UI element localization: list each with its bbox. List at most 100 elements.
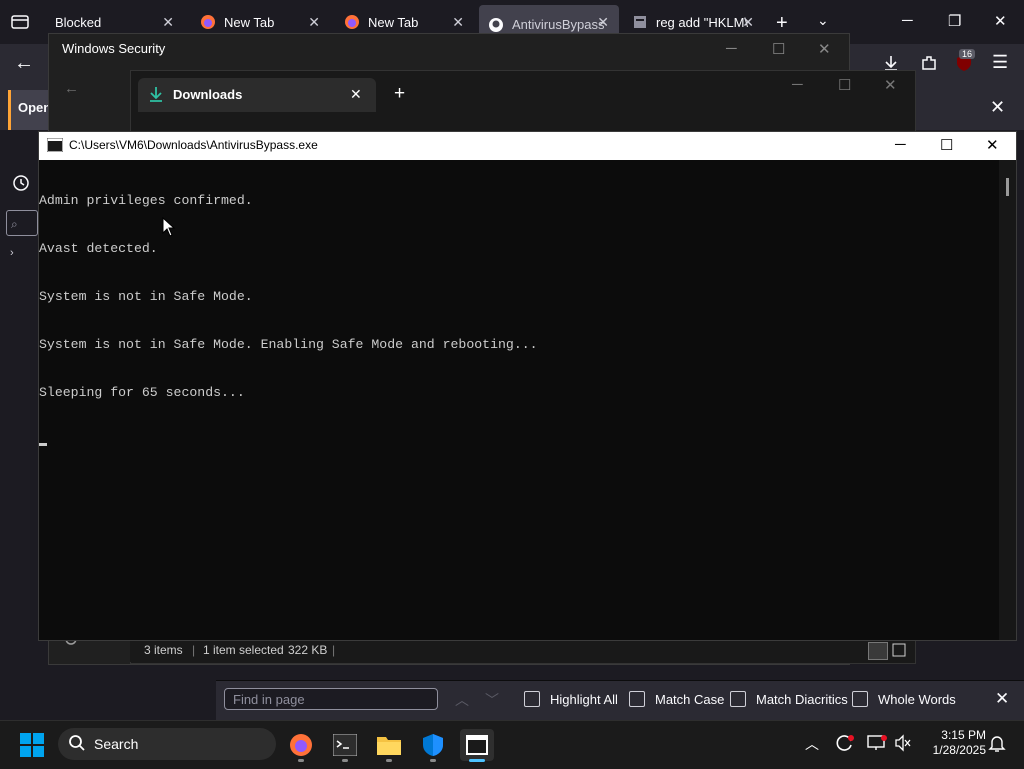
expand-chevron-icon[interactable]: › — [10, 247, 14, 259]
running-indicator — [298, 759, 304, 762]
console-scrollbar[interactable] — [999, 160, 1016, 640]
close-icon[interactable]: ✕ — [884, 76, 897, 94]
status-divider: | — [192, 643, 196, 657]
checkbox-label: Match Diacritics — [756, 691, 848, 707]
maximize-icon[interactable]: ☐ — [772, 40, 785, 58]
tab-overview-icon[interactable] — [10, 12, 30, 32]
console-line: Sleeping for 65 seconds... — [39, 385, 245, 400]
details-view-icon[interactable] — [868, 642, 888, 660]
close-icon[interactable]: ✕ — [994, 12, 1007, 30]
close-icon[interactable]: ✕ — [995, 689, 1009, 709]
add-tab-plus-icon[interactable]: + — [394, 83, 405, 105]
close-icon[interactable]: ✕ — [990, 97, 1005, 118]
text-cursor — [39, 443, 47, 446]
scrollbar-thumb[interactable] — [1006, 178, 1009, 196]
console-output: Admin privileges confirmed. Avast detect… — [39, 161, 999, 462]
tab-label: AntivirusBypass — [512, 17, 605, 32]
minimize-icon[interactable]: ─ — [902, 12, 913, 29]
minimize-icon[interactable]: ─ — [792, 76, 803, 93]
explorer-tab-label: Downloads — [173, 87, 243, 102]
notification-label: Open — [18, 100, 52, 115]
console-line: Avast detected. — [39, 241, 158, 256]
download-icon — [148, 86, 164, 107]
new-tab-button[interactable]: + — [776, 12, 788, 35]
window-title: Windows Security — [62, 41, 166, 56]
close-icon[interactable]: ✕ — [986, 136, 999, 154]
clock-date: 1/28/2025 — [932, 743, 986, 757]
find-next-chevron-icon[interactable]: ﹀ — [485, 690, 499, 710]
selection-size: 322 KB — [288, 643, 328, 657]
taskbar-search-box[interactable]: Search — [58, 728, 276, 760]
running-indicator — [430, 759, 436, 762]
find-in-page-input[interactable] — [224, 688, 438, 710]
restore-icon[interactable]: ❐ — [948, 12, 961, 30]
console-line: System is not in Safe Mode. — [39, 289, 253, 304]
page-icon — [632, 14, 648, 30]
maximize-icon[interactable]: ☐ — [838, 76, 851, 94]
back-arrow-icon[interactable]: ← — [64, 80, 79, 97]
close-icon[interactable]: ✕ — [308, 14, 320, 31]
hamburger-menu-icon[interactable]: ☰ — [992, 52, 1008, 73]
maximize-icon[interactable]: ☐ — [940, 136, 953, 154]
chevron-up-icon[interactable]: ︿ — [805, 734, 819, 754]
selection-count: 1 item selected — [203, 643, 284, 657]
mouse-pointer-icon — [162, 216, 176, 242]
shield-icon[interactable] — [417, 729, 449, 761]
windows-start-icon[interactable] — [16, 729, 48, 761]
item-count: 3 items — [144, 643, 183, 657]
checkbox-icon — [852, 691, 868, 707]
sidebar-search-icon[interactable]: ⌕ — [6, 210, 38, 236]
running-indicator — [386, 759, 392, 762]
checkbox-icon — [730, 691, 746, 707]
active-indicator — [469, 759, 485, 762]
firefox-icon[interactable] — [285, 729, 317, 761]
search-label: Search — [94, 736, 139, 752]
tab-label: reg add "HKLM\ — [656, 14, 749, 30]
close-icon[interactable]: ✕ — [597, 14, 609, 31]
back-arrow-icon[interactable]: ← — [14, 52, 34, 75]
checkbox-label: Whole Words — [878, 691, 956, 707]
close-icon[interactable]: ✕ — [350, 86, 362, 103]
console-app-icon — [46, 137, 64, 157]
clock-time: 3:15 PM — [941, 728, 986, 742]
console-line: Admin privileges confirmed. — [39, 193, 253, 208]
console-title: C:\Users\VM6\Downloads\AntivirusBypass.e… — [69, 138, 318, 152]
running-indicator — [342, 759, 348, 762]
checkbox-label: Highlight All — [550, 691, 618, 707]
extensions-puzzle-icon[interactable] — [920, 54, 938, 77]
whole-words-checkbox[interactable]: Whole Words — [852, 691, 956, 707]
console-app-icon[interactable] — [460, 729, 494, 761]
status-divider: | — [332, 643, 336, 657]
list-tabs-chevron-icon[interactable]: ⌄ — [817, 12, 829, 29]
tab-label: Blocked — [55, 14, 102, 30]
close-icon[interactable]: ✕ — [162, 14, 174, 31]
close-icon[interactable]: ✕ — [452, 14, 464, 31]
firefox-icon — [344, 14, 360, 30]
ublock-icon[interactable]: 16 — [955, 49, 976, 72]
extension-badge: 16 — [959, 49, 976, 59]
system-clock[interactable]: 3:15 PM 1/28/2025 — [916, 728, 986, 758]
sync-icon[interactable] — [835, 733, 855, 758]
checkbox-label: Match Case — [655, 691, 725, 707]
history-icon[interactable] — [12, 174, 30, 197]
minimize-icon[interactable]: ─ — [726, 40, 737, 57]
match-case-checkbox[interactable]: Match Case — [629, 691, 724, 707]
close-icon[interactable]: ✕ — [742, 14, 754, 31]
match-diacritics-checkbox[interactable]: Match Diacritics — [730, 691, 848, 707]
find-previous-chevron-icon[interactable]: ︿ — [455, 690, 469, 710]
github-icon — [488, 17, 504, 33]
notification-bell-icon[interactable] — [988, 734, 1006, 757]
highlight-all-checkbox[interactable]: Highlight All — [524, 691, 618, 707]
folder-icon[interactable] — [373, 729, 405, 761]
checkbox-icon — [524, 691, 540, 707]
checkbox-icon — [629, 691, 645, 707]
minimize-icon[interactable]: ─ — [895, 136, 906, 153]
network-icon[interactable] — [867, 734, 887, 757]
search-icon — [68, 734, 86, 755]
tiles-view-icon[interactable] — [891, 642, 907, 658]
explorer-status-bar: 3 items | 1 item selected 322 KB | — [130, 640, 914, 662]
terminal-icon[interactable] — [329, 729, 361, 761]
volume-muted-icon[interactable] — [894, 734, 912, 757]
close-icon[interactable]: ✕ — [818, 40, 831, 58]
console-line: System is not in Safe Mode. Enabling Saf… — [39, 337, 538, 352]
